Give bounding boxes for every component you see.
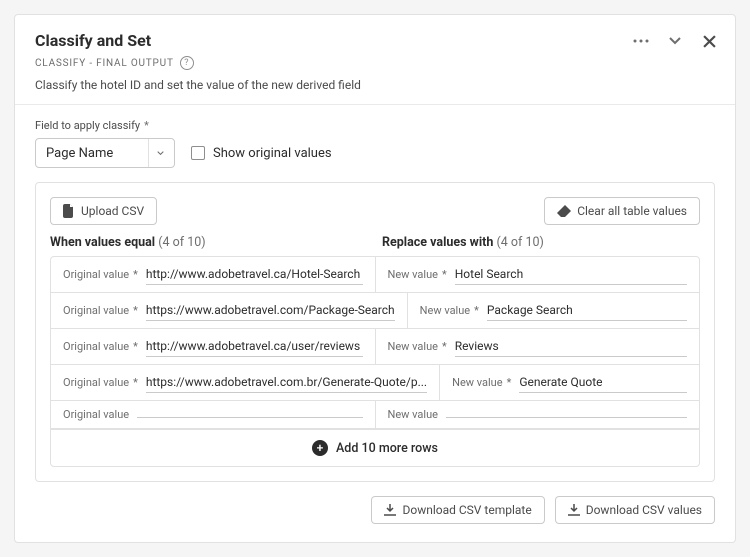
new-value-input[interactable]: Package Search [487, 300, 687, 321]
download-values-button[interactable]: Download CSV values [555, 496, 715, 524]
field-label: Field to apply classify * [35, 119, 715, 132]
file-icon [63, 204, 75, 218]
original-value-cell: Original value * http://www.adobetravel.c… [51, 257, 376, 292]
chevron-down-icon [148, 139, 164, 167]
field-select[interactable]: Page Name [35, 138, 175, 168]
new-value-input[interactable] [446, 411, 687, 418]
new-value-label: New value * [420, 304, 479, 317]
required-asterisk: * [144, 119, 149, 132]
left-header-text: When values equal [50, 235, 155, 250]
field-row: Page Name Show original values [35, 138, 715, 168]
new-value-label: New value * [388, 340, 447, 353]
original-value-cell: Original value * http://www.adobetravel.c… [51, 329, 376, 364]
field-select-value: Page Name [46, 146, 113, 161]
table-row: Original value * http://www.adobetravel.c… [51, 257, 699, 293]
new-value-cell: New value * Hotel Search [376, 257, 700, 292]
download-template-button[interactable]: Download CSV template [371, 496, 544, 524]
original-value-input[interactable]: http://www.adobetravel.ca/user/reviews [146, 336, 363, 357]
new-value-input[interactable]: Reviews [455, 336, 687, 357]
classify-panel: Classify and Set CLASSIFY - FINAL OUTPUT… [14, 14, 736, 543]
header-actions [631, 31, 719, 51]
checkbox-icon [191, 146, 205, 160]
plus-icon: + [312, 440, 328, 456]
original-value-label: Original value * [63, 304, 138, 317]
add-rows-label: Add 10 more rows [336, 441, 438, 456]
original-value-input[interactable] [137, 411, 362, 418]
left-column-header: When values equal (4 of 10) [50, 235, 368, 250]
help-icon[interactable]: ? [180, 56, 194, 70]
original-value-label: Original value * [63, 340, 138, 353]
panel-subtitle-row: CLASSIFY - FINAL OUTPUT ? [35, 56, 715, 70]
column-headers: When values equal (4 of 10) Replace valu… [50, 235, 700, 250]
chevron-down-icon[interactable] [665, 31, 685, 51]
classify-table: Upload CSV Clear all table values When v… [35, 182, 715, 482]
new-value-label: New value * [452, 376, 511, 389]
new-value-cell: New value * Package Search [408, 293, 699, 328]
close-icon[interactable] [699, 31, 719, 51]
panel-description: Classify the hotel ID and set the value … [35, 78, 715, 92]
original-value-input[interactable]: https://www.adobetravel.com.br/Generate-… [146, 372, 427, 393]
required-asterisk: * [442, 268, 447, 281]
required-asterisk: * [442, 340, 447, 353]
field-label-text: Field to apply classify [35, 119, 140, 132]
show-original-label: Show original values [213, 146, 332, 161]
original-value-cell: Original value * https://www.adobetravel.… [51, 365, 440, 400]
upload-csv-button[interactable]: Upload CSV [50, 197, 157, 225]
new-value-label: New value [388, 408, 438, 421]
add-rows-button[interactable]: + Add 10 more rows [51, 429, 699, 466]
show-original-checkbox[interactable]: Show original values [191, 146, 332, 161]
table-row: Original value * https://www.adobetravel.… [51, 293, 699, 329]
right-column-header: Replace values with (4 of 10) [382, 235, 700, 250]
original-value-cell: Original value [51, 401, 376, 428]
table-row: Original value * https://www.adobetravel.… [51, 365, 699, 401]
required-asterisk: * [474, 304, 479, 317]
original-value-input[interactable]: https://www.adobetravel.com/Package-Sear… [146, 300, 395, 321]
table-toolbar: Upload CSV Clear all table values [50, 197, 700, 225]
eraser-icon [557, 205, 571, 217]
table-rows: Original value * http://www.adobetravel.c… [50, 256, 700, 467]
download-template-label: Download CSV template [402, 503, 531, 517]
required-asterisk: * [133, 304, 138, 317]
new-value-input[interactable]: Generate Quote [519, 372, 687, 393]
clear-table-label: Clear all table values [577, 204, 687, 218]
right-header-count: (4 of 10) [497, 235, 544, 250]
left-header-count: (4 of 10) [158, 235, 205, 250]
required-asterisk: * [133, 340, 138, 353]
original-value-label: Original value * [63, 376, 138, 389]
footer-actions: Download CSV template Download CSV value… [35, 496, 715, 524]
panel-title: Classify and Set [35, 31, 715, 50]
original-value-input[interactable]: http://www.adobetravel.ca/Hotel-Search [146, 264, 363, 285]
table-row: Original value New value [51, 401, 699, 429]
table-row: Original value * http://www.adobetravel.c… [51, 329, 699, 365]
download-values-label: Download CSV values [586, 503, 702, 517]
clear-table-button[interactable]: Clear all table values [544, 197, 700, 225]
new-value-input[interactable]: Hotel Search [455, 264, 687, 285]
original-value-cell: Original value * https://www.adobetravel.… [51, 293, 408, 328]
panel-subtitle: CLASSIFY - FINAL OUTPUT [35, 58, 174, 69]
original-value-label: Original value * [63, 268, 138, 281]
required-asterisk: * [133, 268, 138, 281]
new-value-cell: New value * Reviews [376, 329, 700, 364]
panel-body: Field to apply classify * Page Name Show … [15, 105, 735, 542]
new-value-label: New value * [388, 268, 447, 281]
download-icon [384, 504, 396, 516]
panel-header: Classify and Set CLASSIFY - FINAL OUTPUT… [15, 15, 735, 104]
new-value-cell: New value * Generate Quote [440, 365, 699, 400]
new-value-cell: New value [376, 401, 700, 428]
more-icon[interactable] [631, 31, 651, 51]
upload-csv-label: Upload CSV [81, 204, 144, 218]
required-asterisk: * [507, 376, 512, 389]
required-asterisk: * [133, 376, 138, 389]
original-value-label: Original value [63, 408, 129, 421]
download-icon [568, 504, 580, 516]
right-header-text: Replace values with [382, 235, 493, 250]
